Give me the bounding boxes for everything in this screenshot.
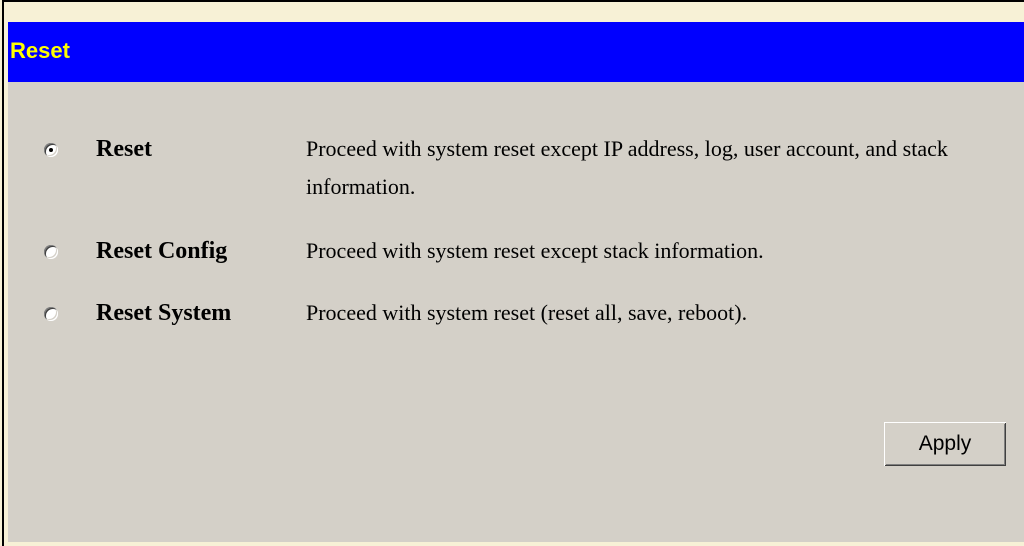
page-background: Reset Reset Proceed with system reset ex… xyxy=(0,0,1024,546)
panel-title: Reset xyxy=(10,38,70,63)
frame-border-top xyxy=(2,0,1024,2)
radio-reset-system[interactable] xyxy=(44,307,58,321)
option-label-reset: Reset xyxy=(96,136,152,162)
radio-selected-dot xyxy=(49,148,53,152)
frame-border-left xyxy=(2,0,4,546)
radio-reset-config[interactable] xyxy=(44,245,58,259)
option-label-reset-config: Reset Config xyxy=(96,238,228,264)
option-description-reset-config: Proceed with system reset except stack i… xyxy=(306,238,764,263)
option-description-reset-system: Proceed with system reset (reset all, sa… xyxy=(306,300,748,325)
radio-reset[interactable] xyxy=(44,143,58,157)
apply-button[interactable]: Apply xyxy=(884,422,1006,466)
option-description-reset: Proceed with system reset except IP addr… xyxy=(306,136,948,199)
panel-title-bar: Reset xyxy=(8,22,1024,82)
reset-panel: Reset Reset Proceed with system reset ex… xyxy=(8,22,1024,542)
option-label-reset-system: Reset System xyxy=(96,300,232,326)
